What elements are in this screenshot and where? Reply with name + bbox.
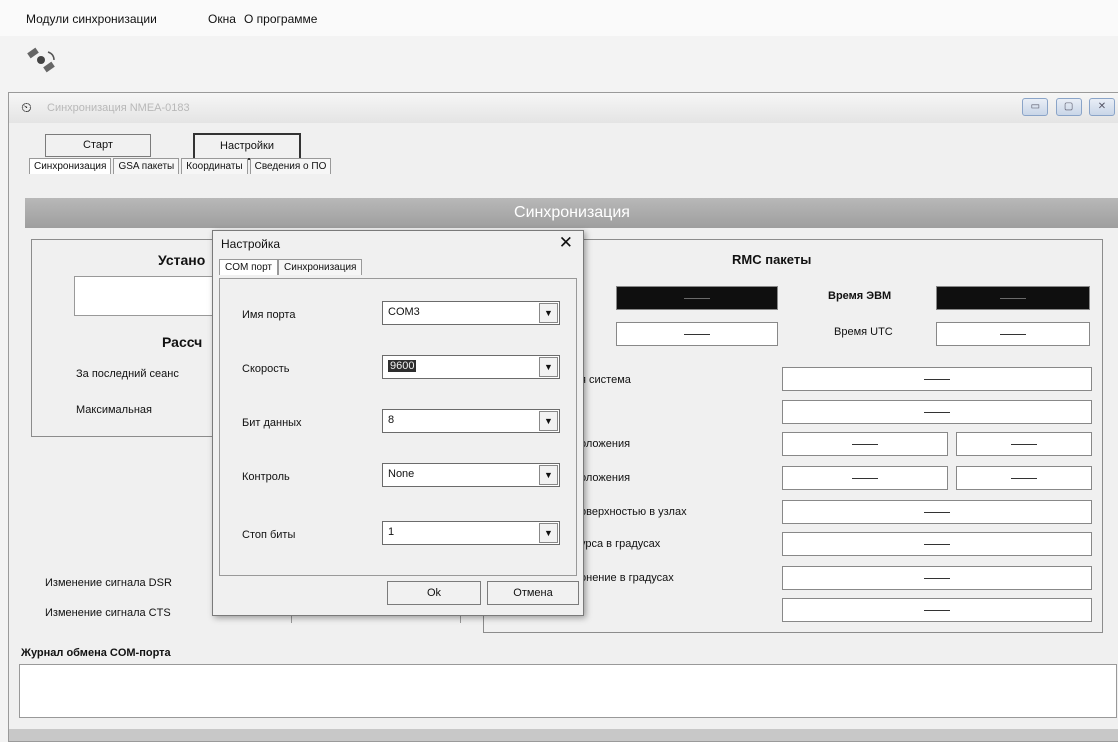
baud-rate-label: Скорость bbox=[242, 363, 290, 375]
baud-rate-select[interactable]: 9600 ▼ bbox=[382, 355, 560, 379]
pc-time-label: Время ЭВМ bbox=[828, 290, 892, 302]
declination-label: онение в градусах bbox=[580, 572, 674, 584]
latitude-label: оложения bbox=[580, 438, 631, 450]
rmc-title: RMC пакеты bbox=[732, 252, 812, 267]
status-value-field: —— bbox=[782, 400, 1092, 424]
longitude-label: оложения bbox=[580, 472, 631, 484]
speed-label: оверхностью в узлах bbox=[580, 506, 687, 518]
section-header: Синхронизация bbox=[25, 198, 1118, 228]
last-session-label: За последний сеанс bbox=[76, 368, 179, 380]
system-label: я система bbox=[580, 374, 631, 386]
dialog-tabs: COM порт Синхронизация bbox=[219, 259, 363, 275]
tab-sync[interactable]: Синхронизация bbox=[29, 158, 112, 174]
main-tabs: Синхронизация GSA пакеты Координаты Сведени… bbox=[29, 158, 333, 178]
chevron-down-icon[interactable]: ▼ bbox=[539, 523, 558, 543]
stop-bits-value: 1 bbox=[388, 526, 395, 538]
stop-bits-select[interactable]: 1 ▼ bbox=[382, 521, 560, 545]
log-title: Журнал обмена COM-порта bbox=[21, 647, 171, 659]
ok-button[interactable]: Ok bbox=[387, 581, 481, 605]
pc-time-field: —— bbox=[936, 286, 1090, 310]
chevron-down-icon[interactable]: ▼ bbox=[539, 357, 558, 377]
chevron-down-icon[interactable]: ▼ bbox=[539, 303, 558, 323]
status-strip bbox=[9, 729, 1118, 741]
course-field: —— bbox=[782, 532, 1092, 556]
menu-windows[interactable]: Окна bbox=[208, 12, 236, 26]
longitude-field: —— bbox=[782, 466, 948, 490]
course-label: урса в градусах bbox=[580, 538, 661, 550]
parity-select[interactable]: None ▼ bbox=[382, 463, 560, 487]
data-bits-label: Бит данных bbox=[242, 417, 302, 429]
max-label: Максимальная bbox=[76, 404, 152, 416]
settings-button[interactable]: Настройки bbox=[193, 133, 301, 160]
utc-time-label: Время UTC bbox=[834, 326, 893, 338]
tab-coordinates[interactable]: Координаты bbox=[181, 158, 248, 174]
com-log[interactable] bbox=[19, 664, 1117, 718]
longitude-hemisphere-field: —— bbox=[956, 466, 1092, 490]
tab-software-info[interactable]: Сведения о ПО bbox=[249, 158, 332, 174]
window-title: Синхронизация NMEA-0183 bbox=[47, 102, 190, 114]
chevron-down-icon[interactable]: ▼ bbox=[539, 465, 558, 485]
speed-field: —— bbox=[782, 500, 1092, 524]
chevron-down-icon[interactable]: ▼ bbox=[539, 411, 558, 431]
close-icon[interactable]: ✕ bbox=[1089, 98, 1115, 116]
calc-title: Рассч bbox=[162, 334, 203, 350]
checksum-field: —— bbox=[782, 598, 1092, 622]
gps-time-field: —— bbox=[616, 286, 778, 310]
panel-title: Устано bbox=[158, 252, 206, 268]
system-field: —— bbox=[782, 367, 1092, 391]
dialog-title: Настройка bbox=[221, 237, 281, 251]
date-field: —— bbox=[616, 322, 778, 346]
tab-gsa[interactable]: GSA пакеты bbox=[113, 158, 180, 174]
dialog-close-icon[interactable]: ✕ bbox=[559, 233, 573, 253]
latitude-hemisphere-field: —— bbox=[956, 432, 1092, 456]
com-port-page: Имя порта COM3 ▼ Скорость 9600 ▼ Бит дан… bbox=[219, 278, 577, 576]
port-name-label: Имя порта bbox=[242, 309, 296, 321]
tab-dialog-sync[interactable]: Синхронизация bbox=[278, 259, 363, 275]
dsr-label: Изменение сигнала DSR bbox=[45, 577, 172, 589]
window-titlebar: ⏲ Синхронизация NMEA-0183 ▭ ▢ ✕ bbox=[9, 93, 1118, 123]
clock-icon: ⏲ bbox=[21, 99, 32, 115]
satellite-icon[interactable] bbox=[24, 44, 64, 78]
port-name-value: COM3 bbox=[388, 306, 420, 318]
parity-label: Контроль bbox=[242, 471, 290, 483]
port-name-select[interactable]: COM3 ▼ bbox=[382, 301, 560, 325]
latitude-field: —— bbox=[782, 432, 948, 456]
declination-field: —— bbox=[782, 566, 1092, 590]
utc-time-field: —— bbox=[936, 322, 1090, 346]
minimize-icon[interactable]: ▭ bbox=[1022, 98, 1049, 116]
maximize-icon[interactable]: ▢ bbox=[1055, 98, 1082, 116]
menu-about[interactable]: О программе bbox=[244, 12, 317, 26]
start-button[interactable]: Старт bbox=[45, 134, 151, 157]
parity-value: None bbox=[388, 468, 415, 480]
settings-dialog: Настройка ✕ COM порт Синхронизация Имя по… bbox=[212, 230, 584, 616]
data-bits-select[interactable]: 8 ▼ bbox=[382, 409, 560, 433]
cts-label: Изменение сигнала CTS bbox=[45, 607, 171, 619]
tab-com-port[interactable]: COM порт bbox=[219, 259, 279, 275]
menu-bar: Модули синхронизации Окна О программе bbox=[0, 0, 1118, 36]
cancel-button[interactable]: Отмена bbox=[487, 581, 579, 605]
data-bits-value: 8 bbox=[388, 414, 395, 426]
baud-rate-value: 9600 bbox=[388, 360, 417, 372]
menu-sync-modules[interactable]: Модули синхронизации bbox=[26, 12, 157, 26]
stop-bits-label: Стоп биты bbox=[242, 529, 296, 541]
